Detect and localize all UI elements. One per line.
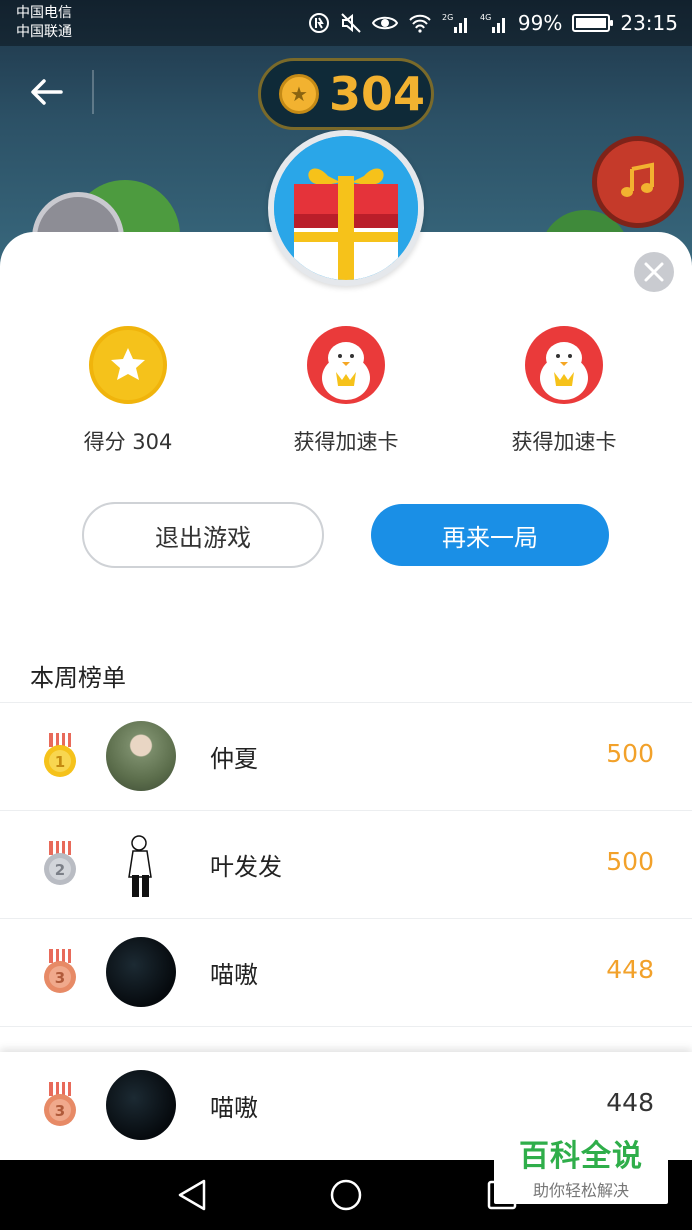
leaderboard-row[interactable]: 2 叶发发 500 [0,810,692,918]
carrier-1: 中国电信 [16,5,72,21]
carrier-info: 中国电信 中国联通 [16,4,72,42]
status-icons: 2G 4G 99% 23:15 [308,8,678,38]
circle-home-icon [330,1179,362,1211]
play-again-button[interactable]: 再来一局 [371,504,609,566]
coin-score: 304 [329,67,426,121]
svg-text:3: 3 [55,1102,65,1120]
close-button[interactable] [634,252,674,292]
signal-4g-icon: 4G [480,12,508,34]
wifi-icon [408,13,432,33]
watermark: 百科全说 助你轻松解决 [494,1128,668,1204]
silver-medal-icon: 2 [44,841,76,885]
signal-2g-icon: 2G [442,12,470,34]
player-name: 仲夏 [210,745,258,773]
gift-box-icon [268,130,424,286]
reward-list: 得分 304 获得加速卡 获得加速卡 [0,326,692,456]
chick-card-icon [525,326,603,404]
reward-label: 获得加速卡 [293,430,399,454]
leaderboard-row[interactable]: 1 仲夏 500 [0,702,692,810]
reward-item-speed-card: 获得加速卡 [464,326,664,456]
mute-icon [340,12,362,34]
status-bar: 中国电信 中国联通 2G 4G 99% 23:15 [0,0,692,46]
nav-back-button[interactable] [174,1177,210,1213]
battery-icon [572,14,614,32]
watermark-subtitle: 助你轻松解决 [532,1181,629,1200]
svg-text:3: 3 [55,969,65,987]
clock: 23:15 [620,11,678,35]
carrier-2: 中国联通 [16,24,72,40]
avatar[interactable] [106,937,176,1007]
music-note-icon [621,162,654,197]
nav-home-button[interactable] [328,1177,364,1213]
battery-percent: 99% [517,11,563,35]
reward-label: 得分 304 [83,430,173,454]
player-name: 喵嗷 [210,1094,258,1122]
star-coin-icon: ★ [279,74,319,114]
reward-item-score: 得分 304 [28,326,228,456]
player-name: 叶发发 [210,853,282,881]
star-coin-icon [89,326,167,404]
avatar[interactable] [106,829,176,899]
player-score: 448 [606,955,654,984]
eye-comfort-icon [371,13,398,33]
svg-text:1: 1 [55,753,65,771]
player-score: 448 [606,1088,654,1117]
player-score: 500 [606,739,654,768]
triangle-back-icon [178,1179,206,1211]
music-button[interactable] [592,136,684,228]
leaderboard-row[interactable]: 3 喵嗷 448 [0,918,692,1026]
svg-text:2: 2 [55,861,65,879]
svg-text:2G: 2G [442,13,453,22]
back-button[interactable] [26,72,66,112]
reward-item-speed-card: 获得加速卡 [246,326,446,456]
avatar[interactable] [106,1070,176,1140]
svg-text:4G: 4G [480,13,491,22]
reward-label: 获得加速卡 [511,430,617,454]
player-score: 500 [606,847,654,876]
avatar[interactable] [106,721,176,791]
player-name: 喵嗷 [210,961,258,989]
bronze-medal-icon: 3 [44,949,76,993]
topbar-divider [92,70,94,114]
close-icon [644,262,664,282]
chick-card-icon [307,326,385,404]
arrow-left-icon [31,79,63,105]
exit-game-button[interactable]: 退出游戏 [82,502,324,568]
coin-score-display: ★ 304 [258,58,434,130]
watermark-title: 百科全说 [519,1139,643,1174]
bronze-medal-icon: 3 [44,1082,76,1126]
leaderboard-title: 本周榜单 [30,664,126,692]
gold-medal-icon: 1 [44,733,76,777]
data-saver-icon [308,12,330,34]
